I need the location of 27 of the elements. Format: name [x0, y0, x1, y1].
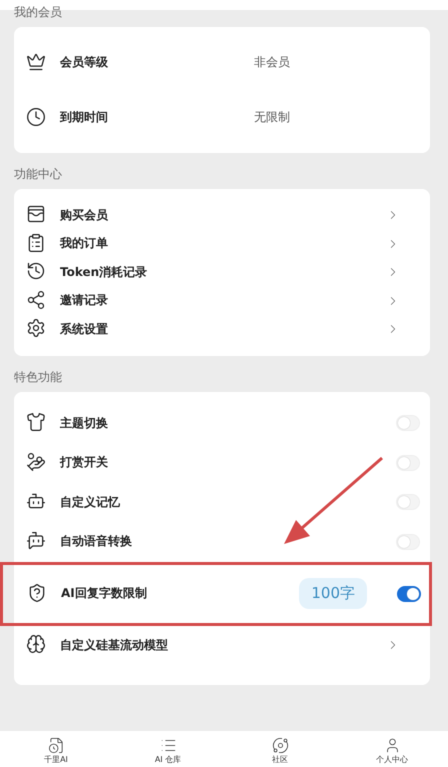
tab-item[interactable]: 个人中心: [336, 731, 448, 767]
info-value: 无限制: [254, 109, 291, 126]
toggle-switch[interactable]: [397, 586, 421, 602]
section-title: 功能中心: [14, 166, 63, 183]
info-label: 会员等级: [60, 54, 108, 71]
menu-item[interactable]: 邀请记录: [14, 286, 430, 315]
feature-label: 自动语音转换: [60, 533, 132, 550]
menu-item[interactable]: 我的订单: [14, 230, 430, 258]
planet-icon: [272, 737, 288, 754]
tab-item[interactable]: 千里AI: [0, 731, 112, 767]
tab-item[interactable]: 社区: [224, 731, 336, 767]
clock-icon: [26, 106, 48, 128]
info-label: 到期时间: [60, 109, 108, 126]
tab-item[interactable]: AI 仓库: [112, 731, 224, 767]
feature-label: 自定义记忆: [60, 494, 120, 511]
menu-item[interactable]: 购买会员: [14, 201, 430, 230]
menu-item[interactable]: Token消耗记录: [14, 258, 430, 286]
menu-item[interactable]: 系统设置: [14, 315, 430, 344]
section-title: 我的会员: [14, 5, 63, 21]
feature-label: 主题切换: [60, 414, 108, 432]
section-title: 特色功能: [14, 368, 63, 386]
feature-label: 自定义硅基流动模型: [60, 636, 168, 654]
feature-label: 打赏开关: [60, 454, 108, 472]
feature-label: AI回复字数限制: [61, 585, 147, 602]
info-value: 非会员: [254, 54, 291, 71]
document-clock-icon: [48, 737, 64, 754]
limit-badge: 100字: [299, 578, 367, 609]
